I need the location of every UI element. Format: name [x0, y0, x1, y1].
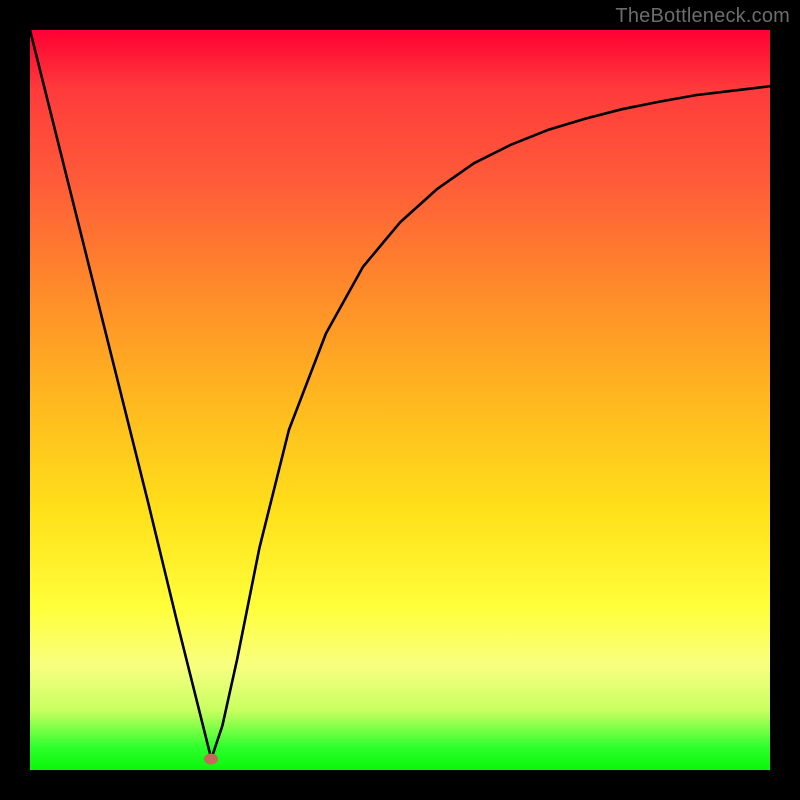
plot-area	[30, 30, 770, 770]
minimum-marker	[204, 753, 218, 764]
chart-frame: TheBottleneck.com	[0, 0, 800, 800]
watermark-text: TheBottleneck.com	[615, 5, 790, 28]
bottleneck-curve	[30, 30, 770, 770]
